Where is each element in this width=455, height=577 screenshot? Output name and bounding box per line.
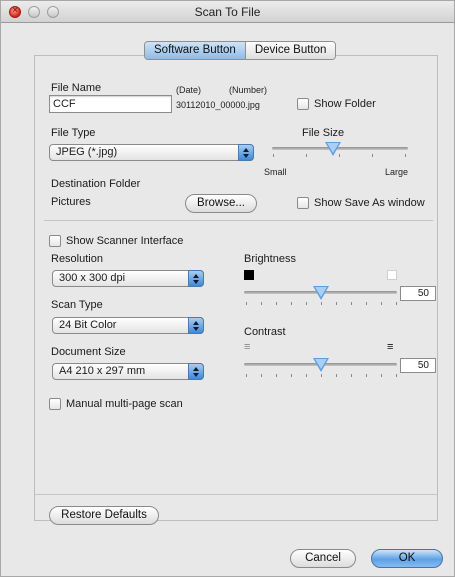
file-name-input[interactable]: CCF: [49, 95, 172, 113]
section-divider: [44, 220, 433, 221]
restore-defaults-button[interactable]: Restore Defaults: [49, 506, 159, 525]
resolution-label: Resolution: [51, 253, 103, 265]
resolution-select[interactable]: 300 x 300 dpi: [52, 270, 204, 287]
file-size-label: File Size: [302, 127, 345, 139]
title-bar: × Scan To File: [1, 1, 454, 23]
tab-bar: Software Button Device Button: [144, 41, 337, 60]
scan-type-select[interactable]: 24 Bit Color: [52, 317, 204, 334]
slider-tick: [246, 302, 247, 305]
resolution-value: 300 x 300 dpi: [59, 272, 126, 284]
select-arrows-icon: [188, 270, 204, 287]
show-save-as-label: Show Save As window: [314, 197, 425, 209]
slider-tick: [261, 374, 262, 377]
slider-tick: [381, 374, 382, 377]
file-type-label: File Type: [51, 127, 96, 139]
slider-tick: [261, 302, 262, 305]
slider-tick: [396, 374, 397, 377]
date-hint-label: (Date): [176, 85, 202, 95]
slider-tick: [273, 154, 274, 157]
brightness-slider-thumb-highlight: [315, 287, 327, 297]
light-swatch-icon: [387, 270, 397, 280]
show-folder-checkbox[interactable]: [297, 98, 309, 110]
number-hint-label: (Number): [229, 85, 268, 95]
contrast-slider-thumb-highlight: [315, 359, 327, 369]
cancel-button[interactable]: Cancel: [290, 549, 356, 568]
show-save-as-checkbox[interactable]: [297, 197, 309, 209]
manual-multipage-checkbox[interactable]: [49, 398, 61, 410]
slider-tick: [336, 302, 337, 305]
tab-software-button[interactable]: Software Button: [145, 42, 245, 59]
slider-tick: [366, 302, 367, 305]
slider-tick: [336, 374, 337, 377]
low-contrast-icon: ≡: [244, 341, 251, 353]
show-scanner-interface-label: Show Scanner Interface: [66, 235, 184, 247]
slider-tick: [405, 154, 406, 157]
brightness-label: Brightness: [244, 253, 296, 265]
footer-divider: [35, 494, 437, 495]
scan-to-file-window: × Scan To File Software Button Device Bu…: [0, 0, 455, 577]
slider-tick: [372, 154, 373, 157]
file-name-label: File Name: [51, 82, 102, 94]
window-title: Scan To File: [194, 5, 261, 19]
destination-folder-label: Destination Folder: [51, 178, 141, 190]
slider-tick: [291, 302, 292, 305]
settings-panel: [34, 55, 438, 521]
file-size-max-label: Large: [385, 167, 409, 177]
scan-type-value: 24 Bit Color: [59, 319, 117, 331]
slider-tick: [351, 302, 352, 305]
file-name-example: 30112010_00000.jpg: [176, 100, 260, 110]
dark-swatch-icon: [244, 270, 254, 280]
document-size-value: A4 210 x 297 mm: [59, 365, 146, 377]
slider-tick: [276, 374, 277, 377]
slider-tick: [321, 374, 322, 377]
file-type-select[interactable]: JPEG (*.jpg): [49, 144, 254, 161]
slider-tick: [306, 302, 307, 305]
file-size-min-label: Small: [264, 167, 287, 177]
manual-multipage-label: Manual multi-page scan: [66, 398, 183, 410]
slider-tick: [366, 374, 367, 377]
select-arrows-icon: [238, 144, 254, 161]
slider-tick: [306, 374, 307, 377]
contrast-label: Contrast: [244, 326, 286, 338]
tab-device-button[interactable]: Device Button: [244, 42, 336, 59]
browse-button[interactable]: Browse...: [185, 194, 257, 213]
slider-tick: [276, 302, 277, 305]
file-size-slider-thumb-highlight: [327, 143, 339, 153]
show-folder-label: Show Folder: [314, 98, 376, 110]
scan-type-label: Scan Type: [51, 299, 103, 311]
brightness-value-field[interactable]: 50: [400, 286, 436, 301]
file-type-value: JPEG (*.jpg): [56, 146, 118, 158]
slider-tick: [396, 302, 397, 305]
slider-tick: [321, 302, 322, 305]
high-contrast-icon: ≡: [387, 341, 394, 353]
document-size-select[interactable]: A4 210 x 297 mm: [52, 363, 204, 380]
slider-tick: [381, 302, 382, 305]
select-arrows-icon: [188, 363, 204, 380]
slider-tick: [351, 374, 352, 377]
slider-tick: [291, 374, 292, 377]
contrast-value-field[interactable]: 50: [400, 358, 436, 373]
select-arrows-icon: [188, 317, 204, 334]
document-size-label: Document Size: [51, 346, 126, 358]
slider-tick: [246, 374, 247, 377]
destination-folder-value: Pictures: [51, 196, 91, 208]
show-scanner-interface-checkbox[interactable]: [49, 235, 61, 247]
ok-button[interactable]: OK: [371, 549, 443, 568]
slider-tick: [306, 154, 307, 157]
